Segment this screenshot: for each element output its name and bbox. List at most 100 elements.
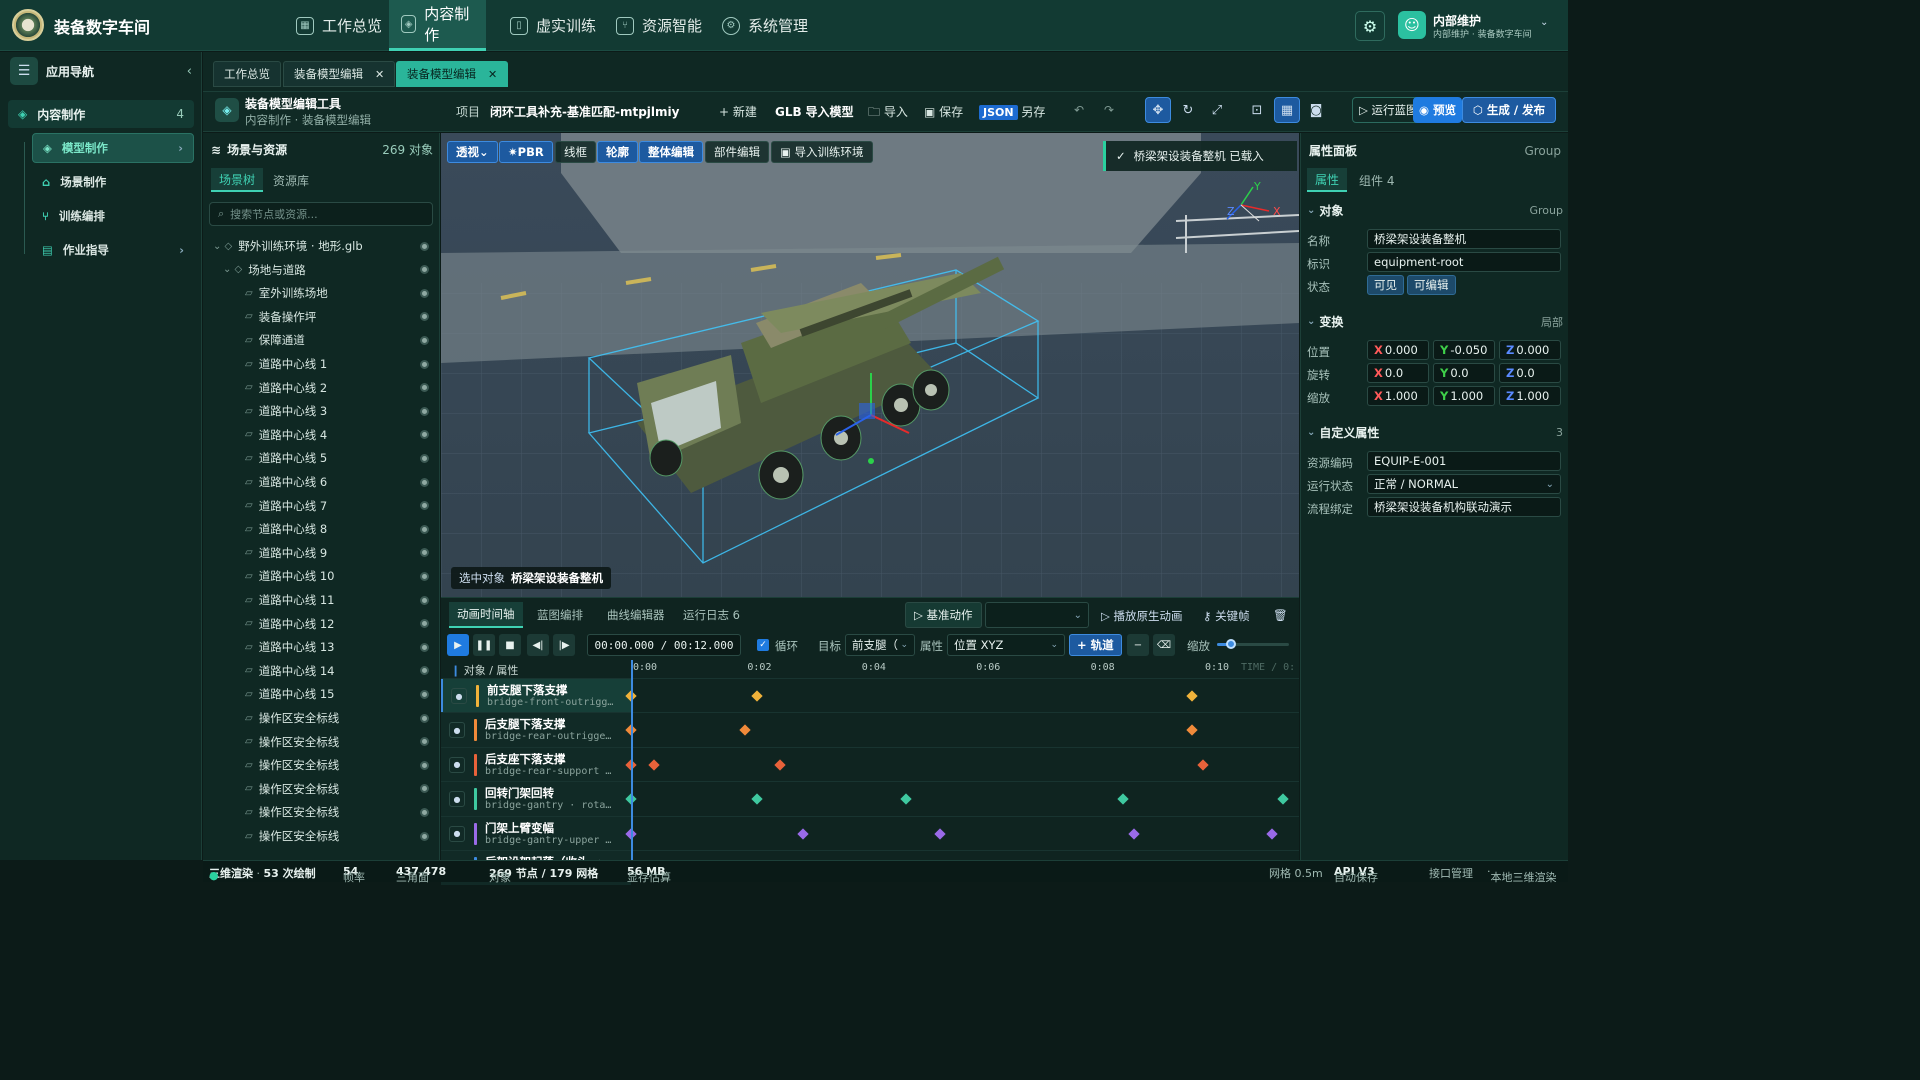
tree-node[interactable]: ▱ 道路中心线 1 [203, 353, 439, 375]
play-native-button[interactable]: ▷ 播放原生动画 [1101, 608, 1183, 624]
rotation-z-field[interactable]: Z 0.0 [1499, 363, 1561, 383]
run-state-select[interactable]: 正常 / NORMAL ⌄ [1367, 474, 1561, 494]
visibility-icon[interactable] [420, 760, 429, 770]
track-label-cell[interactable]: ● 回转门架回转 bridge-gantry · rota… [441, 782, 631, 817]
tree-node[interactable]: ▱ 道路中心线 12 [203, 613, 439, 635]
keyframe-marker[interactable] [1197, 759, 1209, 771]
undo-icon[interactable]: ↶ [1074, 103, 1084, 117]
nav-section-content[interactable]: ◈ 内容制作 4 [8, 100, 194, 128]
loop-checkbox[interactable]: ✓ [757, 639, 769, 651]
tab-run-log[interactable]: 运行日志 6 [675, 602, 748, 628]
pause-button[interactable]: ❚❚ [473, 634, 495, 656]
move-tool-button[interactable]: ✥ [1145, 97, 1171, 123]
chevron-down-icon[interactable]: ⌄ [1540, 17, 1548, 28]
keyframe-marker[interactable] [899, 793, 912, 805]
visibility-icon[interactable] [420, 359, 429, 369]
part-edit-toggle[interactable]: 部件编辑 [705, 141, 769, 163]
tree-node[interactable]: ▱ 操作区安全标线 [203, 778, 439, 800]
keyframe-marker[interactable] [1265, 827, 1278, 840]
tree-node[interactable]: ▱ 道路中心线 15 [203, 683, 439, 705]
base-action-button[interactable]: ▷ 基准动作 [905, 602, 982, 628]
visibility-icon[interactable] [420, 524, 429, 534]
topnav-item-overview[interactable]: ▦ 工作总览 [284, 0, 394, 51]
tree-node[interactable]: ▱ 道路中心线 5 [203, 447, 439, 469]
project-name[interactable]: 闭环工具补充-基准匹配-mtpjlmiy [490, 103, 679, 120]
tab-model-edit-2[interactable]: 装备模型编辑 ✕ [396, 61, 509, 87]
tab-curve-editor[interactable]: 曲线编辑器 [599, 602, 673, 628]
import-button[interactable]: 🗀 导入 [868, 103, 908, 124]
track-toggle[interactable]: ● [449, 722, 465, 739]
tree-node[interactable]: ▱ 室外训练场地 [203, 282, 439, 304]
visibility-icon[interactable] [420, 335, 429, 345]
keyframe-marker[interactable] [739, 724, 752, 737]
sidebar-item-orchestration[interactable]: ⑂ 训练编排 [32, 201, 194, 231]
tab-overview[interactable]: 工作总览 [213, 61, 281, 87]
position-x-field[interactable]: X 0.000 [1367, 340, 1429, 360]
close-icon[interactable]: ✕ [375, 68, 384, 81]
sidebar-item-guidance[interactable]: ▤ 作业指导 › [32, 235, 194, 265]
sidebar-item-model[interactable]: ◈ 模型制作 › [32, 133, 194, 163]
tree-node[interactable]: ▱ 装备操作坪 [203, 306, 439, 328]
track-toggle[interactable]: ● [449, 791, 465, 808]
track-label-cell[interactable]: ● 后支座下落支撑 bridge-rear-support … [441, 747, 631, 782]
editable-toggle[interactable]: 可编辑 [1407, 275, 1456, 295]
visibility-icon[interactable] [420, 689, 429, 699]
tree-node[interactable]: ▱ 道路中心线 14 [203, 660, 439, 682]
visibility-icon[interactable] [420, 666, 429, 676]
position-y-field[interactable]: Y -0.050 [1433, 340, 1495, 360]
chevron-left-icon[interactable]: ‹ [187, 64, 192, 79]
tab-model-edit-1[interactable]: 装备模型编辑 ✕ [283, 61, 396, 87]
publish-button[interactable]: ⬡ 生成 / 发布 [1462, 97, 1556, 123]
scale-z-field[interactable]: Z 1.000 [1499, 386, 1561, 406]
tree-node[interactable]: ▱ 操作区安全标线 [203, 825, 439, 847]
iface-status[interactable]: 接口管理 [1429, 865, 1473, 881]
next-frame-button[interactable]: |▶ [553, 634, 575, 656]
tree-node[interactable]: ▱ 道路中心线 6 [203, 471, 439, 493]
track-row[interactable]: ● 后支腿下落支撑 bridge-rear-outrigge… [441, 712, 1299, 748]
keyframe-button[interactable]: ⚷ 关键帧 [1203, 608, 1250, 624]
screenshot-button[interactable]: ◙ [1303, 97, 1329, 123]
tree-node[interactable]: ▱ 道路中心线 11 [203, 589, 439, 611]
visibility-icon[interactable] [420, 642, 429, 652]
save-button[interactable]: ▣ 保存 [924, 103, 963, 120]
position-z-field[interactable]: Z 0.000 [1499, 340, 1561, 360]
tree-node[interactable]: ▱ 操作区安全标线 [203, 754, 439, 776]
stop-button[interactable]: ■ [499, 634, 521, 656]
zoom-slider-thumb[interactable] [1226, 639, 1237, 649]
keyframe-marker[interactable] [796, 827, 809, 840]
wireframe-toggle[interactable]: 线框 [555, 141, 596, 163]
scale-y-field[interactable]: Y 1.000 [1433, 386, 1495, 406]
scale-tool-button[interactable]: ⤢ [1204, 97, 1230, 123]
outline-toggle[interactable]: 轮廓 [597, 141, 638, 163]
keyframe-marker[interactable] [1117, 793, 1129, 805]
keyframe-marker[interactable] [751, 793, 763, 805]
redo-icon[interactable]: ↷ [1104, 103, 1114, 117]
menu-button[interactable]: ☰ [10, 57, 38, 85]
import-model-button[interactable]: GLB 导入模型 [775, 103, 854, 120]
visibility-icon[interactable] [420, 453, 429, 463]
keyframe-marker[interactable] [751, 690, 763, 702]
preview-button[interactable]: ◉ 预览 [1413, 97, 1463, 123]
visibility-icon[interactable] [420, 831, 429, 841]
visibility-icon[interactable] [420, 241, 429, 251]
rotate-tool-button[interactable]: ↻ [1175, 97, 1201, 123]
keyframe-marker[interactable] [934, 827, 946, 840]
avatar[interactable]: ☺ [1398, 11, 1426, 39]
import-env-button[interactable]: ▣ 导入训练环境 [771, 141, 873, 163]
track-row[interactable]: ● 前支腿下落支撑 bridge-front-outrigg… [441, 678, 1299, 713]
play-button[interactable]: ▶ [447, 634, 469, 656]
tree-node[interactable]: ▱ 操作区安全标线 [203, 707, 439, 729]
track-toggle[interactable]: ● [449, 756, 465, 773]
visibility-icon[interactable] [420, 288, 429, 298]
tree-node[interactable]: ▱ 道路中心线 3 [203, 400, 439, 422]
custom-section[interactable]: ⌄ 自定义属性 3 [1307, 424, 1563, 441]
tree-node[interactable]: ▱ 道路中心线 8 [203, 518, 439, 540]
asset-field[interactable]: EQUIP-E-001 [1367, 451, 1561, 471]
visibility-icon[interactable] [420, 713, 429, 723]
object-section[interactable]: ⌄ 对象 Group [1307, 202, 1563, 219]
visibility-icon[interactable] [420, 312, 429, 322]
track-toggle[interactable]: ● [449, 825, 465, 842]
tree-node[interactable]: ▱ 道路中心线 9 [203, 542, 439, 564]
flow-field[interactable]: 桥梁架设装备机构联动演示 [1367, 497, 1561, 517]
keyframe-marker[interactable] [1277, 793, 1289, 805]
